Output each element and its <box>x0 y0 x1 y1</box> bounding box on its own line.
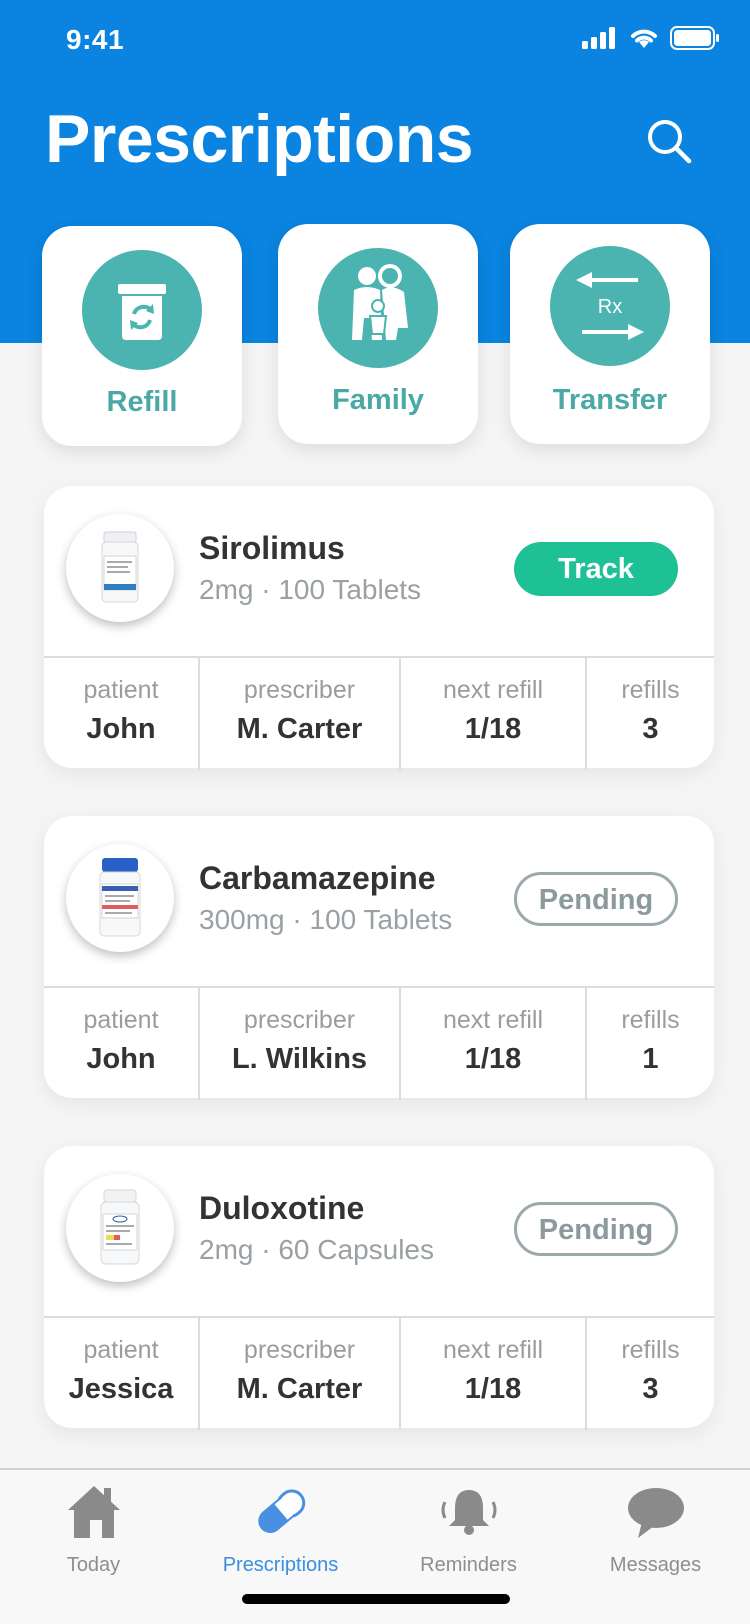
patient-value: John <box>86 713 156 745</box>
bell-icon <box>441 1490 497 1535</box>
drug-dose: 300mg · 100 Tablets <box>199 904 453 935</box>
patient-label: patient <box>83 1006 159 1034</box>
prescription-details: patient Jessica prescriber M. Carter nex… <box>44 1316 714 1430</box>
status-icons <box>582 26 720 50</box>
tab-today-label: Today <box>66 1554 121 1576</box>
medicine-bottle-image <box>66 1174 174 1282</box>
patient-column: patient John <box>44 988 200 1100</box>
next-refill-column: next refill 1/18 <box>401 1318 587 1430</box>
refills-column: refills 1 <box>587 988 714 1100</box>
tab-today[interactable]: Today <box>0 1470 187 1580</box>
tab-messages-label: Messages <box>609 1554 702 1576</box>
prescriber-label: prescriber <box>243 676 356 704</box>
next-refill-label: next refill <box>442 676 544 704</box>
drug-name: Sirolimus <box>199 530 345 566</box>
refill-label: Refill <box>106 386 178 418</box>
pending-badge: Pending <box>514 1202 678 1256</box>
speech-bubble-icon <box>628 1488 684 1538</box>
patient-label: patient <box>83 676 159 704</box>
patient-column: patient Jessica <box>44 1318 200 1430</box>
refills-column: refills 3 <box>587 1318 714 1430</box>
prescriber-label: prescriber <box>243 1006 356 1034</box>
next-refill-value: 1/18 <box>464 1043 522 1075</box>
drug-dose: 2mg · 100 Tablets <box>199 574 422 605</box>
medicine-bottle-image <box>66 844 174 952</box>
prescription-card[interactable]: Carbamazepine 300mg · 100 Tablets Pendin… <box>44 816 714 1100</box>
next-refill-column: next refill 1/18 <box>401 988 587 1100</box>
next-refill-label: next refill <box>442 1336 544 1364</box>
refills-column: refills 3 <box>587 658 714 770</box>
prescriber-value: M. Carter <box>236 1373 363 1405</box>
next-refill-column: next refill 1/18 <box>401 658 587 770</box>
refill-card[interactable]: Refill <box>42 226 242 446</box>
home-indicator[interactable] <box>242 1594 510 1604</box>
wifi-icon <box>631 29 657 48</box>
transfer-card[interactable]: Rx Transfer <box>510 224 710 444</box>
patient-column: patient John <box>44 658 200 770</box>
prescriber-value: M. Carter <box>236 713 363 745</box>
signal-icon <box>582 27 615 49</box>
prescriber-column: prescriber L. Wilkins <box>200 988 401 1100</box>
drug-dose: 2mg · 60 Capsules <box>199 1234 435 1265</box>
tab-prescriptions-label: Prescriptions <box>222 1554 339 1576</box>
refills-value: 1 <box>642 1043 659 1075</box>
pill-icon <box>258 1489 306 1533</box>
refills-value: 3 <box>642 1373 659 1405</box>
prescriber-value: L. Wilkins <box>231 1043 368 1075</box>
refills-value: 3 <box>642 713 659 745</box>
next-refill-value: 1/18 <box>464 713 522 745</box>
refills-label: refills <box>621 1006 680 1034</box>
prescription-details: patient John prescriber M. Carter next r… <box>44 656 714 770</box>
patient-value: John <box>86 1043 156 1075</box>
refills-label: refills <box>621 1336 680 1364</box>
tab-messages[interactable]: Messages <box>562 1470 749 1580</box>
house-icon <box>68 1486 120 1538</box>
track-button[interactable]: Track <box>514 542 678 596</box>
drug-name: Carbamazepine <box>199 860 436 896</box>
pending-badge: Pending <box>514 872 678 926</box>
next-refill-value: 1/18 <box>464 1373 522 1405</box>
battery-icon <box>670 26 719 50</box>
status-time: 9:41 <box>66 24 125 55</box>
transfer-icon-text: Rx <box>598 296 622 318</box>
family-card[interactable]: Family <box>278 224 478 444</box>
refills-label: refills <box>621 676 680 704</box>
medicine-bottle-image <box>66 514 174 622</box>
transfer-label: Transfer <box>552 384 668 416</box>
refill-icon <box>82 250 202 370</box>
tab-reminders-label: Reminders <box>420 1554 517 1576</box>
prescriber-column: prescriber M. Carter <box>200 1318 401 1430</box>
prescriber-label: prescriber <box>243 1336 356 1364</box>
page-title: Prescriptions <box>45 101 474 177</box>
prescription-card[interactable]: Sirolimus 2mg · 100 Tablets Track patien… <box>44 486 714 770</box>
prescription-details: patient John prescriber L. Wilkins next … <box>44 986 714 1100</box>
search-button[interactable] <box>645 117 695 167</box>
tab-reminders[interactable]: Reminders <box>375 1470 562 1580</box>
prescriber-column: prescriber M. Carter <box>200 658 401 770</box>
tab-prescriptions[interactable]: Prescriptions <box>187 1470 374 1580</box>
transfer-icon: Rx <box>550 246 670 366</box>
family-label: Family <box>332 384 424 416</box>
status-bar: 9:41 <box>0 0 750 80</box>
patient-value: Jessica <box>68 1373 174 1405</box>
search-icon <box>648 120 692 164</box>
prescription-card[interactable]: Duloxotine 2mg · 60 Capsules Pending pat… <box>44 1146 714 1430</box>
patient-label: patient <box>83 1336 159 1364</box>
family-icon <box>318 248 438 368</box>
drug-name: Duloxotine <box>199 1190 365 1226</box>
next-refill-label: next refill <box>442 1006 544 1034</box>
